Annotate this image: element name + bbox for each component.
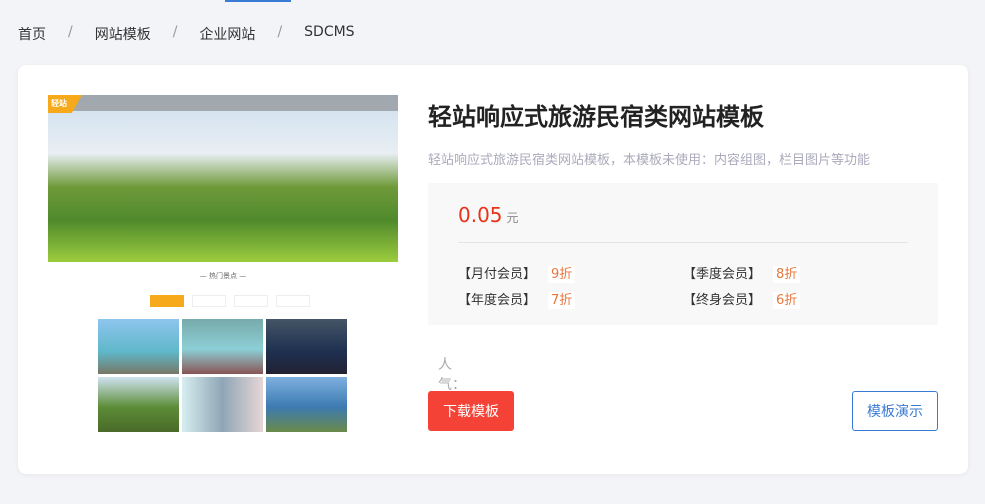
hero-image [48, 95, 398, 262]
preview-grid [98, 319, 347, 432]
preview-tabs [150, 295, 310, 307]
price-value: 0.05 [458, 203, 503, 227]
product-description: 轻站响应式旅游民宿类网站模板，本模板未使用：内容组图，栏目图片等功能 [428, 153, 871, 168]
price-unit: 元 [506, 211, 519, 225]
breadcrumb-separator: / [172, 24, 178, 40]
breadcrumb-enterprise[interactable]: 企业网站 [199, 24, 255, 44]
breadcrumb-separator: / [277, 24, 283, 40]
breadcrumb-templates[interactable]: 网站模板 [95, 24, 151, 44]
template-preview-image[interactable]: 轻站 — 热门景点 — [48, 95, 398, 433]
preview-section-title: — 热门景点 — [199, 272, 247, 280]
download-template-button[interactable]: 下载模板 [428, 391, 514, 431]
price: 0.05 元 [458, 203, 519, 227]
divider [458, 242, 908, 243]
breadcrumb-home[interactable]: 首页 [18, 24, 46, 44]
template-demo-button[interactable]: 模板演示 [852, 391, 938, 431]
membership-quarterly: 【季度会员】 8折 [683, 263, 801, 283]
breadcrumb: 首页 / 网站模板 / 企业网站 / SDCMS [18, 24, 355, 44]
price-box: 0.05 元 【月付会员】 9折 【季度会员】 8折 【年度会员】 7折 【终身会员】 6… [428, 183, 938, 325]
breadcrumb-separator: / [68, 24, 73, 40]
membership-yearly: 【年度会员】 7折 [458, 289, 576, 309]
membership-monthly: 【月付会员】 9折 [458, 263, 576, 283]
breadcrumb-current: SDCMS [304, 24, 355, 40]
active-tab-indicator [225, 0, 291, 2]
product-card: 轻站 — 热门景点 — 轻站响应式旅游民宿类网站模板 轻站响应式旅游民宿类网站模… [18, 65, 968, 474]
membership-lifetime: 【终身会员】 6折 [683, 289, 801, 309]
product-title: 轻站响应式旅游民宿类网站模板 [428, 103, 764, 131]
preview-nav [48, 95, 398, 111]
